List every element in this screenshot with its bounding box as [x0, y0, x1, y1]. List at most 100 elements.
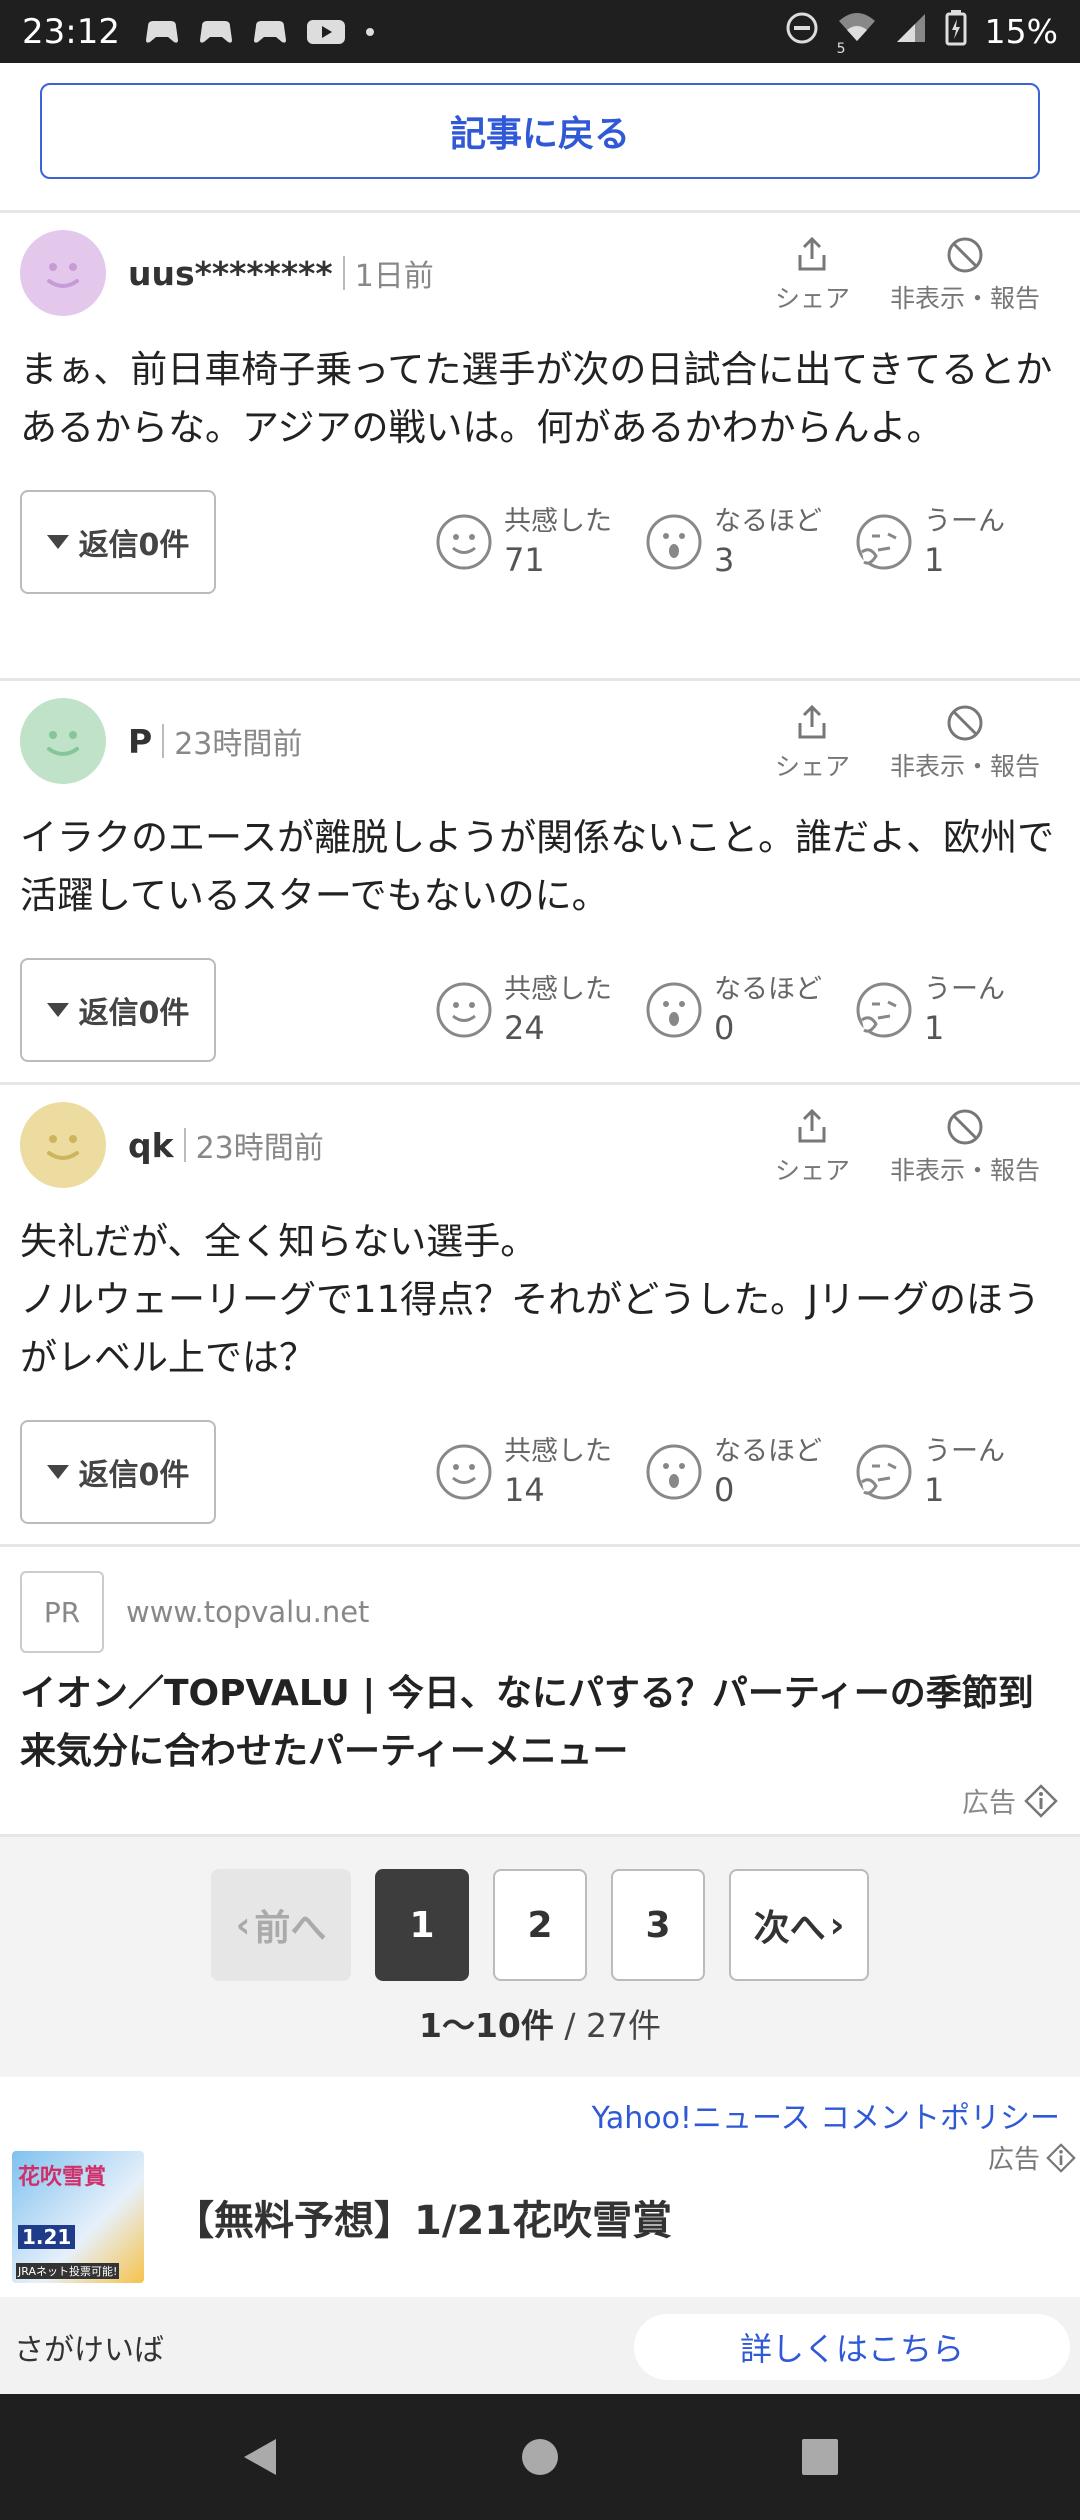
recents-square-icon[interactable] [798, 2435, 842, 2479]
uun-reaction-button[interactable]: うーん 1 [854, 972, 1040, 1048]
naruhodo-count: 3 [714, 541, 735, 579]
surprised-face-icon [646, 1444, 702, 1500]
avatar[interactable] [20, 1102, 106, 1188]
next-label: 次へ [753, 1908, 826, 1949]
sponsored-ad[interactable]: PR www.topvalu.net イオン／TOPVALU | 今日、なにパす… [0, 1547, 1080, 1837]
game-controller-icon [144, 18, 180, 46]
comment-username[interactable]: uus******** [128, 254, 333, 293]
divider [183, 1128, 186, 1162]
system-nav-bar [0, 2394, 1080, 2520]
game-controller-icon [198, 18, 234, 46]
wifi-icon: 5 [837, 11, 877, 57]
empathy-label: 共感した [504, 1436, 612, 1467]
do-not-disturb-icon [785, 11, 819, 53]
reply-button[interactable]: 返信0件 [20, 958, 216, 1062]
ad-title[interactable]: イオン／TOPVALU | 今日、なにパする？パーティーの季節到来気分に合わせた… [20, 1665, 1060, 1781]
reply-button[interactable]: 返信0件 [20, 1420, 216, 1524]
pr-badge: PR [20, 1571, 104, 1653]
ad-label-text: 広告 [962, 1788, 1016, 1819]
empathy-reaction-button[interactable]: 共感した 24 [434, 972, 620, 1048]
back-button-area: 記事に戻る [0, 63, 1080, 213]
uun-count: 1 [924, 1009, 945, 1047]
reply-label: 返信0件 [78, 996, 190, 1031]
uun-label: うーん [924, 506, 1005, 537]
reply-label: 返信0件 [78, 1458, 190, 1493]
comment-footer: 返信0件 共感した 14 なるほど 0 うーん 1 [20, 1397, 1060, 1547]
empathy-count: 14 [504, 1471, 545, 1509]
avatar[interactable] [20, 230, 106, 316]
uun-label: うーん [924, 1436, 1005, 1467]
banner-ad-footer: さがけいば 詳しくはこちら [0, 2297, 1080, 2397]
reply-button[interactable]: 返信0件 [20, 490, 216, 594]
page-buttons: ‹ 前へ 1 2 3 次へ › [0, 1869, 1080, 1981]
page-button-1[interactable]: 1 [375, 1869, 469, 1981]
info-icon [1046, 2142, 1076, 2173]
comment-username[interactable]: P [128, 722, 152, 761]
naruhodo-label: なるほど [714, 974, 822, 1005]
naruhodo-label: なるほど [714, 1436, 822, 1467]
share-button[interactable]: シェア [775, 703, 850, 783]
share-icon [798, 704, 826, 739]
prev-label: 前へ [254, 1908, 327, 1949]
battery-icon [945, 9, 967, 54]
empathy-count: 24 [504, 1009, 545, 1047]
empathy-label: 共感した [504, 506, 612, 537]
hide-report-button[interactable]: 非表示・報告 [890, 235, 1040, 315]
pagination: ‹ 前へ 1 2 3 次へ › 1〜10件 / 27件 [0, 1837, 1080, 2077]
learn-more-button[interactable]: 詳しくはこちら [634, 2314, 1070, 2380]
caret-down-icon [46, 1465, 69, 1479]
surprised-face-icon [646, 514, 702, 570]
signal-icon [895, 12, 927, 52]
next-page-button[interactable]: 次へ › [729, 1869, 869, 1981]
page-button-3[interactable]: 3 [611, 1869, 705, 1981]
advertiser-name: さがけいば [14, 2333, 164, 2368]
notification-dot-icon [364, 26, 376, 38]
comment-time: 23時間前 [174, 727, 303, 762]
caret-down-icon [46, 1003, 69, 1017]
empathy-count: 71 [504, 541, 545, 579]
divider [162, 724, 165, 758]
banner-title[interactable]: 【無料予想】1/21花吹雪賞 [174, 2188, 672, 2246]
banner-ad[interactable]: 花吹雪賞 1.21 JRAネット投票可能! 【無料予想】1/21花吹雪賞 広告 [0, 2137, 1080, 2297]
reactions: 共感した 71 なるほど 3 うーん 1 [434, 504, 1040, 580]
chevron-left-icon: ‹ [235, 1904, 251, 1946]
empathy-reaction-button[interactable]: 共感した 71 [434, 504, 620, 580]
comment-footer: 返信0件 共感した 24 なるほど 0 うーん 1 [20, 935, 1060, 1085]
page-button-2[interactable]: 2 [493, 1869, 587, 1981]
hide-report-label: 非表示・報告 [889, 284, 1040, 313]
back-triangle-icon[interactable] [238, 2435, 282, 2479]
uun-count: 1 [924, 541, 945, 579]
caret-down-icon [46, 535, 69, 549]
uun-reaction-button[interactable]: うーん 1 [854, 1434, 1040, 1510]
comment-username[interactable]: qk [128, 1126, 174, 1165]
hide-report-button[interactable]: 非表示・報告 [890, 703, 1040, 783]
comment-footer: 返信0件 共感した 71 なるほど 3 うーん 1 [20, 467, 1060, 617]
info-icon [1024, 1783, 1058, 1818]
comment-text: 失礼だが、全く知らない選手。 ノルウェーリーグで11得点？それがどうした。Jリー… [20, 1205, 1060, 1397]
uun-reaction-button[interactable]: うーん 1 [854, 504, 1040, 580]
empathy-reaction-button[interactable]: 共感した 14 [434, 1434, 620, 1510]
block-icon [947, 1109, 983, 1145]
home-circle-icon[interactable] [518, 2435, 562, 2479]
share-button[interactable]: シェア [775, 235, 850, 315]
naruhodo-reaction-button[interactable]: なるほど 0 [644, 1434, 830, 1510]
avatar[interactable] [20, 698, 106, 784]
battery-percent: 15% [984, 12, 1058, 51]
banner-ad-label[interactable]: 広告 [988, 2139, 1076, 2176]
thumb-note: JRAネット投票可能! [16, 2263, 120, 2279]
share-button[interactable]: シェア [775, 1107, 850, 1187]
naruhodo-reaction-button[interactable]: なるほど 0 [644, 972, 830, 1048]
comment-text-line: ノルウェーリーグで11得点？それがどうした。Jリーグのほうがレベル上では？ [20, 1278, 1040, 1379]
result-total: / 27件 [564, 2006, 661, 2045]
surprised-face-icon [646, 982, 702, 1038]
comment-header: P 23時間前 シェア 非表示・報告 [20, 681, 1060, 801]
status-time: 23:12 [22, 11, 120, 52]
naruhodo-reaction-button[interactable]: なるほど 3 [644, 504, 830, 580]
share-label: シェア [774, 1156, 850, 1185]
prev-page-button[interactable]: ‹ 前へ [211, 1869, 351, 1981]
ad-label[interactable]: 広告 [962, 1781, 1058, 1820]
comment-policy-link[interactable]: Yahoo!ニュース コメントポリシー [592, 2093, 1060, 2137]
hide-report-button[interactable]: 非表示・報告 [890, 1107, 1040, 1187]
page-content: 記事に戻る uus******** 1日前 シェア 非表示・報告 まぁ、前日車椅… [0, 63, 1080, 2397]
back-to-article-button[interactable]: 記事に戻る [40, 83, 1040, 179]
